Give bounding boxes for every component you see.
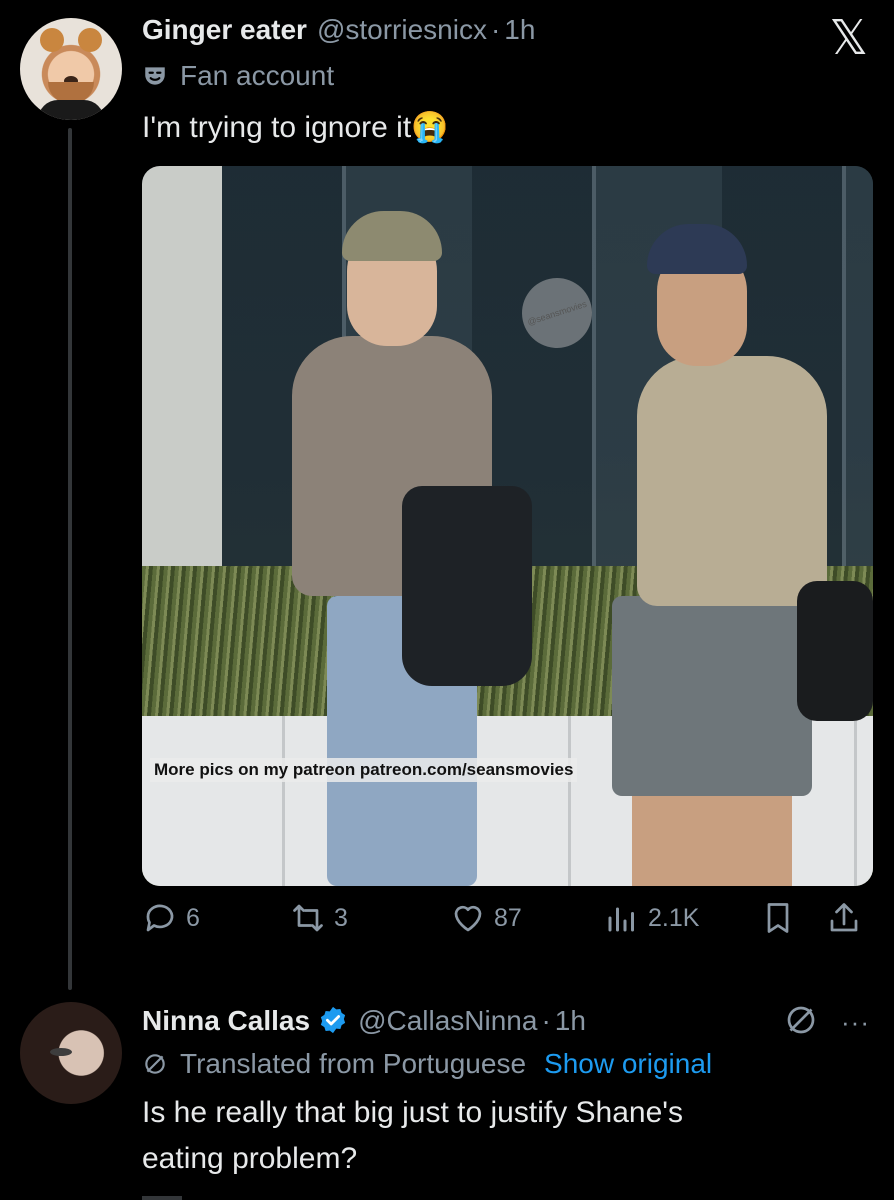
repost-count: 3 — [334, 903, 348, 932]
share-button[interactable] — [826, 900, 870, 936]
separator-dot: · — [490, 14, 501, 45]
bookmark-button[interactable] — [760, 900, 804, 936]
thread-connector-line — [68, 128, 72, 990]
reply-text-line-2: eating problem? — [142, 1142, 358, 1175]
show-original-link[interactable]: Show original — [544, 1048, 712, 1080]
account-label-row: Fan account — [142, 60, 334, 92]
display-name[interactable]: Ginger eater — [142, 14, 307, 46]
image-person-right-legs — [632, 796, 792, 886]
share-icon — [830, 903, 858, 932]
reply-avatar-eye — [50, 1048, 72, 1056]
like-count: 87 — [494, 903, 522, 932]
verified-badge-icon — [318, 1005, 348, 1035]
post-actions: 6 3 87 2.1K — [142, 900, 870, 950]
image-crossbody-bag — [797, 581, 873, 721]
translate-icon[interactable] — [783, 1002, 819, 1043]
avatar-ear-left — [40, 28, 64, 52]
views-count: 2.1K — [648, 903, 700, 932]
image-tote-bag — [402, 486, 532, 686]
post-image[interactable]: @seansmovies More pics on my patreon pat… — [142, 166, 873, 886]
translation-row: Translated from Portuguese Show original — [142, 1048, 712, 1080]
repost-button[interactable]: 3 — [290, 900, 348, 936]
tweet-thread: Ginger eater @storriesnicx · 1h 𝕏 Fan ac… — [0, 0, 894, 1200]
reply-text-line-1: Is he really that big just to justify Sh… — [142, 1096, 684, 1129]
avatar[interactable] — [20, 18, 122, 120]
heart-icon — [454, 905, 482, 932]
reply-avatar[interactable] — [20, 1002, 122, 1104]
account-label: Fan account — [180, 60, 335, 91]
post-header: Ginger eater @storriesnicx · 1h — [142, 14, 535, 46]
post-time[interactable]: 1h — [504, 14, 535, 46]
post-text: I'm trying to ignore it😭 — [142, 111, 449, 144]
avatar-collar — [38, 100, 104, 120]
repost-icon — [293, 904, 323, 932]
image-caption: More pics on my patreon patreon.com/sean… — [150, 758, 578, 782]
views-button[interactable]: 2.1K — [604, 900, 699, 936]
reply-header: Ninna Callas @CallasNinna · 1h — [142, 1000, 586, 1037]
reply-button[interactable]: 6 — [142, 900, 200, 936]
more-options-icon[interactable]: ··· — [841, 1007, 870, 1038]
x-logo-icon[interactable]: 𝕏 — [829, 14, 868, 62]
translated-from-label: Translated from Portuguese — [180, 1048, 527, 1079]
bookmark-icon — [767, 903, 789, 933]
image-person-right-shirt — [637, 356, 827, 606]
image-pillar — [142, 166, 222, 626]
reply-icon — [146, 904, 174, 932]
bottom-divider — [142, 1196, 182, 1200]
reply-separator-dot: · — [541, 1005, 551, 1036]
image-person-right-shorts — [612, 596, 812, 796]
reply-time[interactable]: 1h — [555, 1005, 586, 1037]
analytics-icon — [608, 907, 634, 932]
reply-right-controls: ··· — [783, 1002, 870, 1043]
user-handle[interactable]: @storriesnicx — [317, 14, 487, 46]
reply-count: 6 — [186, 903, 200, 932]
translate-small-icon — [142, 1051, 168, 1077]
theater-mask-icon — [142, 63, 168, 89]
reply-user-handle[interactable]: @CallasNinna — [358, 1005, 537, 1037]
avatar-ear-right — [78, 28, 102, 52]
like-button[interactable]: 87 — [450, 900, 522, 936]
reply-display-name[interactable]: Ninna Callas — [142, 1005, 310, 1037]
